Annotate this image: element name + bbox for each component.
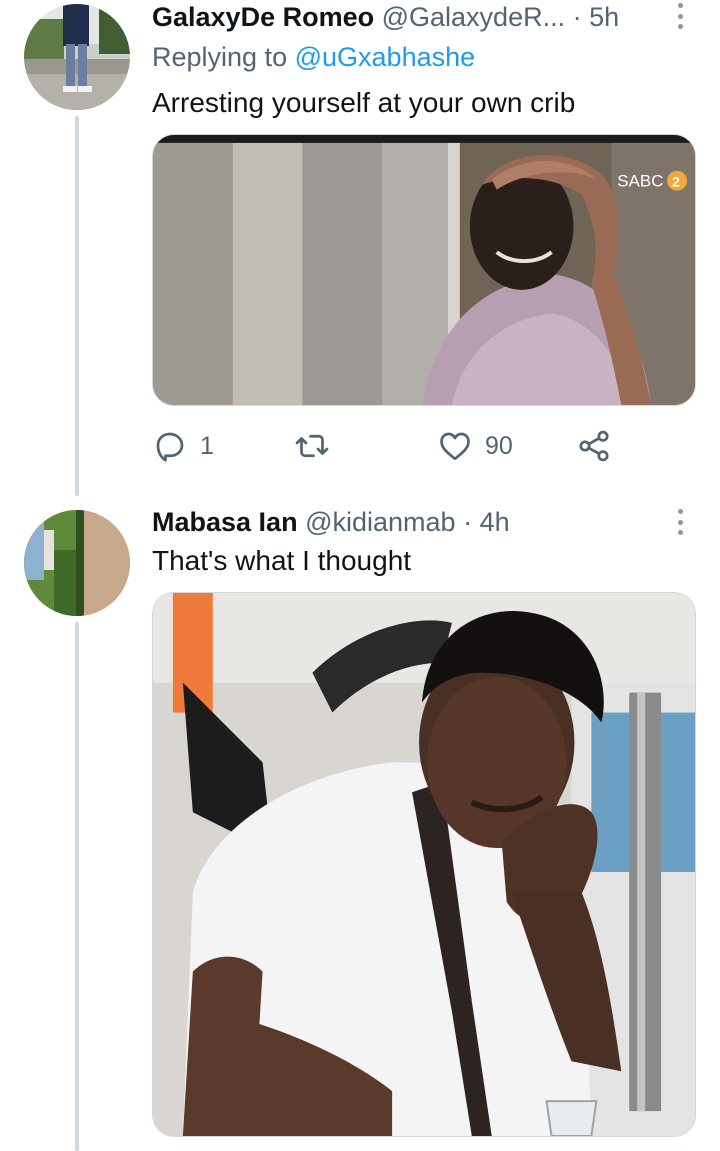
author-handle[interactable]: @kidianmab: [305, 507, 455, 537]
thread-line-lower: [75, 622, 79, 1151]
reply-mention-link[interactable]: @uGxabhashe: [295, 42, 476, 72]
more-vertical-icon[interactable]: [670, 506, 690, 538]
media-watermark-number: 2: [672, 174, 680, 190]
reply-icon: [156, 432, 184, 462]
more-vertical-icon[interactable]: [670, 0, 690, 32]
author-name[interactable]: Mabasa Ian: [152, 507, 298, 537]
author-name[interactable]: GalaxyDe Romeo: [152, 2, 374, 32]
tweet-header: Mabasa Ian @kidianmab · 4h: [152, 505, 510, 539]
tweet-action-bar: 1 90: [152, 426, 622, 466]
retweet-button[interactable]: [294, 426, 342, 466]
like-count: 90: [485, 431, 513, 460]
tweet-time[interactable]: 5h: [589, 2, 619, 32]
tweet-media-image[interactable]: SABC 2: [152, 134, 696, 406]
avatar-galaxyde-romeo[interactable]: [24, 4, 130, 110]
thread-line-upper: [75, 116, 79, 496]
tweet-text: That's what I thought: [152, 545, 412, 576]
avatar-mabasa-ian[interactable]: [24, 510, 130, 616]
share-icon: [579, 430, 609, 462]
reply-button[interactable]: 1: [152, 426, 214, 466]
retweet-icon: [295, 434, 329, 458]
separator-dot: ·: [572, 2, 582, 32]
replying-to-line: Replying to @uGxabhashe: [152, 40, 475, 74]
separator-dot: ·: [463, 507, 473, 537]
replying-to-label: Replying to: [152, 42, 288, 72]
like-button[interactable]: 90: [437, 426, 513, 466]
tweet-text: Arresting yourself at your own crib: [152, 87, 576, 118]
tweet-header: GalaxyDe Romeo @GalaxydeR... · 5h: [152, 0, 619, 34]
tweet-time[interactable]: 4h: [480, 507, 510, 537]
tweet-media-image[interactable]: [152, 592, 696, 1137]
heart-icon: [440, 432, 470, 461]
media-watermark: SABC: [617, 172, 663, 191]
share-button[interactable]: [576, 426, 612, 466]
reply-count: 1: [200, 431, 214, 460]
author-handle[interactable]: @GalaxydeR...: [382, 2, 565, 32]
